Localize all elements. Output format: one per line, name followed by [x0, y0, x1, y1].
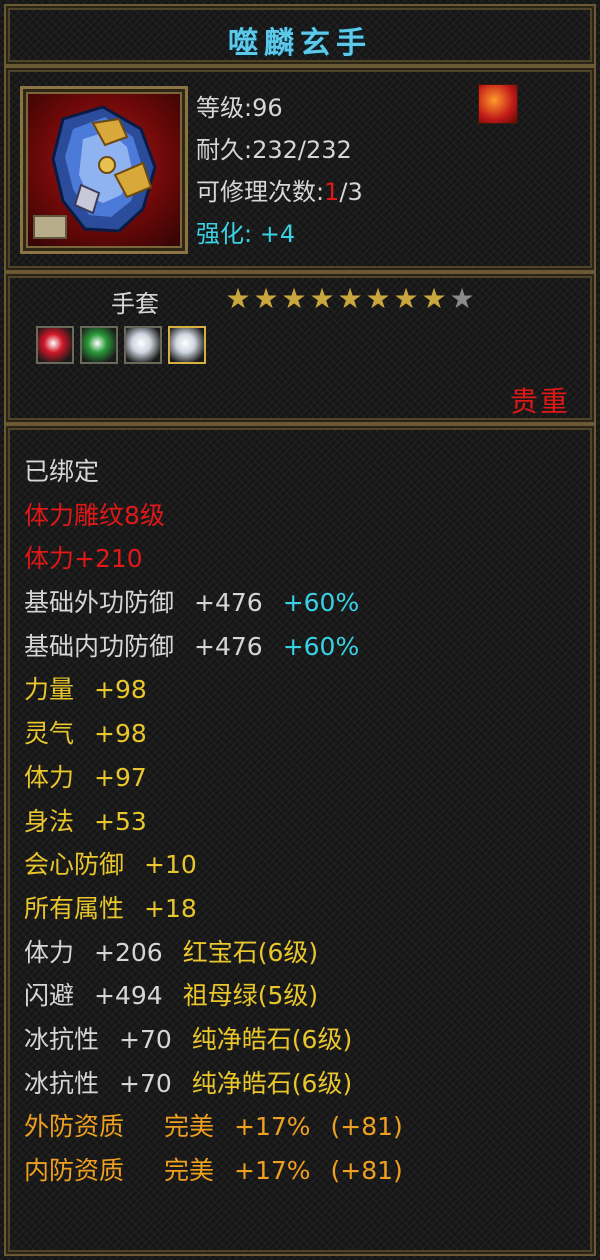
inner-quality-label: 内防资质: [24, 1156, 125, 1185]
engraving: 体力雕纹8级: [24, 500, 165, 530]
inner-defense-quality: 内防资质 完美 +17% (+81): [24, 1149, 403, 1193]
phoenix-skill-icon: [478, 84, 518, 124]
gem-bonus-4-value: +70: [119, 1068, 172, 1098]
level-line: 等级:96: [196, 94, 283, 122]
level-label: 等级: [196, 94, 244, 122]
star-filled-icon: ★: [337, 282, 363, 315]
enhance-line: 强化: +4: [196, 214, 295, 249]
gem-bonus-3: 冰抗性 +70 纯净皓石(6级): [24, 1018, 403, 1062]
base-outer-defense-pct: +60%: [282, 588, 360, 618]
gem-bonus-2-stat: 闪避: [24, 981, 75, 1011]
star-filled-icon: ★: [365, 282, 391, 315]
star-rating: ★ ★ ★ ★ ★ ★ ★ ★ ★: [224, 282, 476, 315]
outer-quality-bonus: (+81): [330, 1112, 403, 1142]
star-empty-icon: ★: [449, 282, 475, 315]
gem-bonus-4: 冰抗性 +70 纯净皓石(6级): [24, 1062, 403, 1106]
all-attributes-stat: 所有属性 +18: [24, 887, 403, 931]
title-bar: 噬麟玄手: [4, 4, 596, 66]
enhance-value: +4: [259, 220, 296, 248]
star-filled-icon: ★: [225, 282, 251, 315]
durability-line: 耐久:232/232: [196, 136, 352, 164]
durability-value: 232/232: [252, 136, 352, 164]
crit-defense-label: 会心防御: [24, 850, 125, 880]
gem-bonus-1-stat: 体力: [24, 937, 75, 967]
gem-bonus-3-stat: 冰抗性: [24, 1024, 100, 1054]
stamina-stat: 体力 +97: [24, 756, 403, 800]
spirit-value: +98: [94, 719, 147, 749]
star-filled-icon: ★: [421, 282, 447, 315]
spirit-label: 灵气: [24, 719, 75, 749]
bound-status: 已绑定: [24, 457, 100, 486]
gem-bonus-3-name: 纯净皓石(6级): [191, 1024, 353, 1054]
agility-label: 身法: [24, 806, 75, 836]
gem-sockets: [36, 326, 212, 364]
all-attributes-value: +18: [144, 893, 197, 923]
level-value: 96: [252, 94, 283, 122]
gem-bonus-4-name: 纯净皓石(6级): [191, 1068, 353, 1098]
strength-stat: 力量 +98: [24, 668, 403, 712]
gem-bonus-2-value: +494: [94, 981, 163, 1011]
repair-label: 可修理次数: [196, 178, 316, 206]
engraving-bonus: 体力+210: [24, 544, 143, 574]
outer-defense-quality: 外防资质 完美 +17% (+81): [24, 1105, 403, 1149]
all-attributes-label: 所有属性: [24, 893, 125, 923]
crit-defense-stat: 会心防御 +10: [24, 843, 403, 887]
outer-quality-label: 外防资质: [24, 1112, 125, 1142]
diamond-gem-icon[interactable]: [124, 326, 162, 364]
bound-tag-icon: [33, 215, 67, 239]
gem-bonus-2-name: 祖母绿(5级): [182, 981, 319, 1011]
base-inner-defense-value: +476: [194, 631, 263, 661]
base-outer-defense: 基础外功防御 +476 +60%: [24, 581, 403, 625]
item-name: 噬麟玄手: [228, 26, 372, 61]
gem-bonus-3-value: +70: [119, 1024, 172, 1054]
base-inner-defense: 基础内功防御 +476 +60%: [24, 625, 403, 669]
durability-label: 耐久: [196, 136, 244, 164]
crit-defense-value: +10: [144, 850, 197, 880]
gem-bonus-4-stat: 冰抗性: [24, 1068, 100, 1098]
agility-value: +53: [94, 806, 147, 836]
base-inner-defense-pct: +60%: [282, 631, 360, 661]
repair-line: 可修理次数:1/3: [196, 178, 363, 206]
attribute-list: 已绑定 体力雕纹8级 体力+210 基础外功防御 +476 +60% 基础内功防御 +…: [24, 450, 403, 1193]
star-filled-icon: ★: [393, 282, 419, 315]
gem-bonus-2: 闪避 +494 祖母绿(5级): [24, 974, 403, 1018]
spirit-stat: 灵气 +98: [24, 712, 403, 756]
item-info-panel: 等级:96 耐久:232/232 可修理次数:1/3 强化: +4: [4, 66, 596, 272]
star-filled-icon: ★: [309, 282, 335, 315]
base-outer-defense-value: +476: [194, 588, 263, 618]
outer-quality-pct: +17%: [234, 1112, 311, 1142]
attribute-panel: 已绑定 体力雕纹8级 体力+210 基础外功防御 +476 +60% 基础内功防御 +…: [4, 424, 596, 1256]
repair-max: /3: [339, 178, 363, 206]
outer-quality-grade: 完美: [164, 1112, 215, 1142]
gem-bonus-1: 体力 +206 红宝石(6级): [24, 931, 403, 975]
agility-stat: 身法 +53: [24, 800, 403, 844]
item-type: 手套: [111, 290, 159, 318]
repair-current: 1: [324, 178, 340, 206]
item-tooltip: 噬麟玄手 等级:96 耐久:232/232 可修理次数:1/3 强化: +4 手…: [0, 0, 600, 1260]
strength-value: +98: [94, 675, 147, 705]
stamina-label: 体力: [24, 762, 75, 792]
enhance-label: 强化:: [196, 220, 253, 248]
gem-bonus-1-value: +206: [94, 937, 163, 967]
stamina-value: +97: [94, 762, 147, 792]
diamond-gem-icon[interactable]: [168, 326, 206, 364]
strength-label: 力量: [24, 675, 75, 705]
inner-quality-grade: 完美: [164, 1156, 215, 1185]
star-filled-icon: ★: [253, 282, 279, 315]
gauntlet-icon: [20, 86, 188, 254]
emerald-gem-icon[interactable]: [80, 326, 118, 364]
inner-quality-pct: +17%: [234, 1156, 311, 1185]
ruby-gem-icon[interactable]: [36, 326, 74, 364]
gem-bonus-1-name: 红宝石(6级): [182, 937, 319, 967]
base-inner-defense-label: 基础内功防御: [24, 631, 175, 661]
item-type-panel: 手套 ★ ★ ★ ★ ★ ★ ★ ★ ★ 贵重: [4, 272, 596, 424]
inner-quality-bonus: (+81): [330, 1156, 403, 1185]
base-outer-defense-label: 基础外功防御: [24, 588, 175, 618]
rarity-label: 贵重: [509, 385, 570, 418]
star-filled-icon: ★: [281, 282, 307, 315]
